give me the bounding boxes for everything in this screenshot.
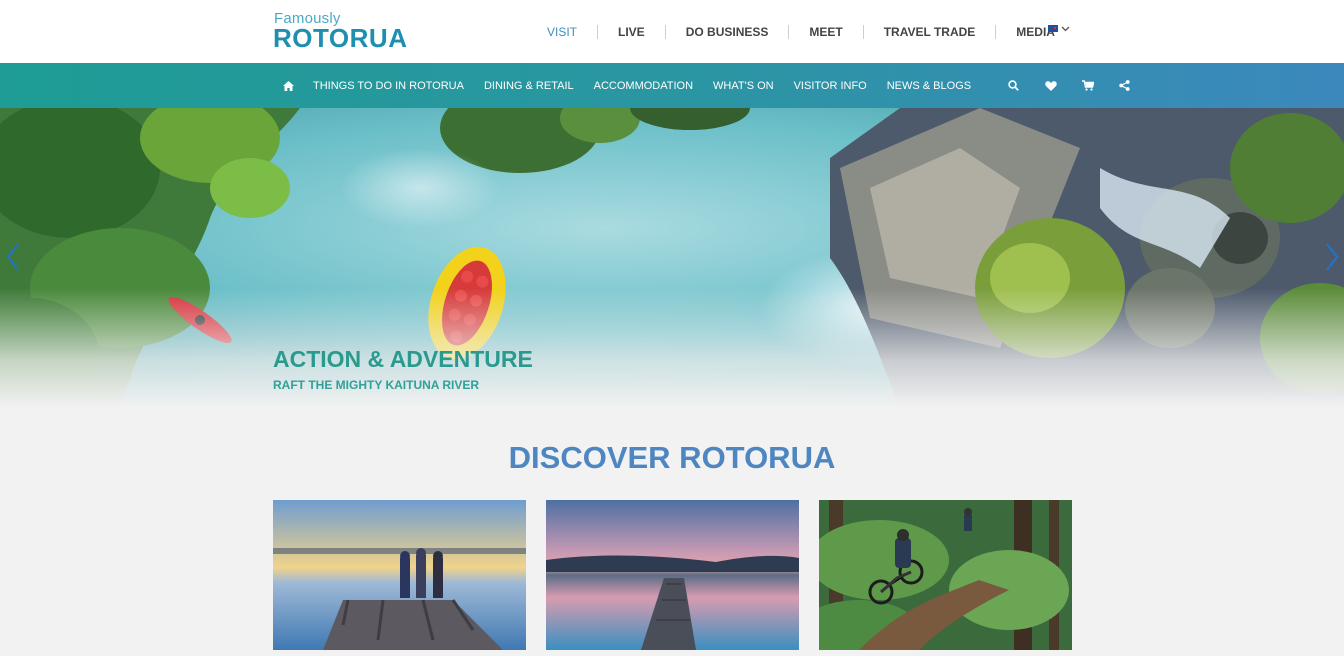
nav-accommodation[interactable]: ACCOMMODATION bbox=[584, 80, 703, 92]
discover-card-sunset-pier[interactable] bbox=[546, 500, 799, 650]
main-nav: THINGS TO DO IN ROTORUA DINING & RETAIL … bbox=[0, 63, 1344, 108]
nav-whats-on[interactable]: WHAT'S ON bbox=[703, 80, 784, 92]
nav-news-blogs[interactable]: NEWS & BLOGS bbox=[877, 80, 981, 92]
topnav-meet[interactable]: MEET bbox=[788, 24, 862, 39]
nav-visitor-info[interactable]: VISITOR INFO bbox=[784, 80, 877, 92]
nav-things-to-do[interactable]: THINGS TO DO IN ROTORUA bbox=[303, 80, 474, 92]
heart-icon[interactable] bbox=[1032, 80, 1069, 91]
share-icon[interactable] bbox=[1106, 80, 1143, 91]
hero-fade bbox=[0, 288, 1344, 408]
topnav-travel-trade[interactable]: TRAVEL TRADE bbox=[862, 24, 996, 39]
chevron-left-icon[interactable] bbox=[5, 242, 21, 272]
hero-title[interactable]: ACTION & ADVENTURE bbox=[273, 346, 533, 373]
top-nav: VISIT LIVE DO BUSINESS MEET TRAVEL TRADE… bbox=[532, 0, 1075, 63]
hero-slider[interactable]: ACTION & ADVENTURE RAFT THE MIGHTY KAITU… bbox=[0, 108, 1344, 408]
hero-subtitle[interactable]: RAFT THE MIGHTY KAITUNA RIVER bbox=[273, 378, 479, 392]
discover-title: DISCOVER ROTORUA bbox=[508, 440, 836, 475]
card-image-lake-jetty bbox=[273, 500, 526, 650]
discover-card-mountain-biking[interactable] bbox=[819, 500, 1072, 650]
site-logo[interactable]: Famously ROTORUA bbox=[273, 10, 407, 53]
home-icon[interactable] bbox=[273, 80, 303, 91]
topnav-visit[interactable]: VISIT bbox=[532, 25, 597, 39]
nav-dining-retail[interactable]: DINING & RETAIL bbox=[474, 80, 584, 92]
chevron-right-icon[interactable] bbox=[1324, 242, 1340, 272]
cart-icon[interactable] bbox=[1069, 80, 1106, 91]
language-dropdown[interactable] bbox=[1048, 25, 1070, 32]
logo-wordmark: ROTORUA bbox=[273, 23, 408, 53]
chevron-down-icon bbox=[1061, 26, 1070, 31]
card-image-sunset-pier bbox=[546, 500, 799, 650]
topnav-live[interactable]: LIVE bbox=[597, 24, 665, 39]
top-bar: Famously ROTORUA VISIT LIVE DO BUSINESS … bbox=[0, 0, 1344, 63]
search-icon[interactable] bbox=[995, 80, 1032, 91]
card-image-mountain-biking bbox=[819, 500, 1072, 650]
discover-card-lake-jetty[interactable] bbox=[273, 500, 526, 650]
nz-flag-icon bbox=[1048, 25, 1058, 32]
topnav-do-business[interactable]: DO BUSINESS bbox=[664, 24, 789, 39]
